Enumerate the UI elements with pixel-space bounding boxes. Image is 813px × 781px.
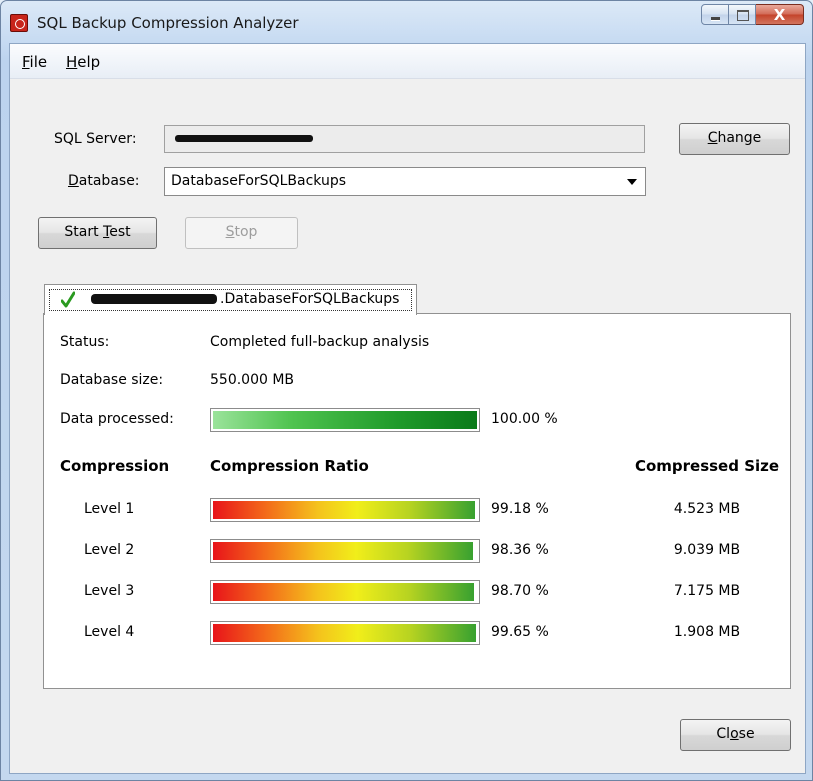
- redacted-server-name: [175, 135, 313, 142]
- compression-ratio-bar: [210, 621, 480, 645]
- title-bar[interactable]: SQL Backup Compression Analyzer X: [1, 1, 812, 43]
- maximize-button[interactable]: [729, 4, 756, 25]
- minimize-button[interactable]: [701, 4, 729, 25]
- start-label-a: Start: [64, 224, 104, 240]
- change-button[interactable]: Change: [679, 123, 790, 155]
- app-window: SQL Backup Compression Analyzer X File H…: [0, 0, 813, 781]
- green-check-icon: [61, 291, 75, 308]
- compression-ratio-bar: [210, 539, 480, 563]
- data-processed-label: Data processed:: [60, 411, 174, 427]
- menu-file[interactable]: File: [22, 53, 47, 71]
- database-select[interactable]: DatabaseForSQLBackups: [164, 167, 646, 196]
- close-button[interactable]: Close: [680, 719, 791, 751]
- start-test-button[interactable]: Start Test: [38, 217, 157, 249]
- stop-label: top: [234, 224, 258, 240]
- compression-ratio-fill: [213, 542, 473, 560]
- menu-file-label: ile: [29, 53, 48, 71]
- compression-ratio-value: 98.36 %: [491, 542, 549, 558]
- level-name: Level 2: [84, 542, 135, 558]
- stop-button[interactable]: Stop: [185, 217, 298, 249]
- database-mnemonic: D: [68, 173, 79, 189]
- compression-ratio-fill: [213, 501, 475, 519]
- database-label-text: atabase:: [78, 173, 140, 189]
- compressed-size-value: 9.039 MB: [673, 542, 741, 558]
- compressed-size-value: 7.175 MB: [673, 583, 741, 599]
- close-window-button[interactable]: X: [756, 4, 804, 25]
- compression-ratio-bar: [210, 580, 480, 604]
- compression-ratio-header: Compression Ratio: [210, 457, 369, 475]
- menu-help-label: elp: [77, 53, 101, 71]
- menu-file-mnemonic: F: [22, 53, 30, 71]
- window-title: SQL Backup Compression Analyzer: [37, 14, 299, 32]
- compression-ratio-bar: [210, 498, 480, 522]
- results-panel: Status: Completed full-backup analysis D…: [43, 313, 791, 689]
- database-size-value: 550.000 MB: [210, 372, 295, 388]
- app-icon[interactable]: [10, 14, 28, 32]
- close-label-a: Cl: [716, 726, 731, 742]
- database-select-value: DatabaseForSQLBackups: [171, 173, 346, 189]
- close-label-b: se: [738, 726, 755, 742]
- close-mnemonic: o: [730, 726, 739, 742]
- database-size-label: Database size:: [60, 372, 164, 388]
- redacted-server-name-tab: [91, 294, 217, 304]
- client-area: File Help SQL Server: Change Database: D…: [9, 43, 806, 774]
- data-processed-bar: [210, 408, 480, 432]
- database-label: Database:: [68, 173, 140, 189]
- menu-help-mnemonic: H: [66, 53, 78, 71]
- tab-label: .DatabaseForSQLBackups: [220, 291, 400, 307]
- close-icon: X: [773, 6, 786, 24]
- compressed-size-value: 1.908 MB: [673, 624, 741, 640]
- status-label: Status:: [60, 334, 110, 350]
- compression-ratio-value: 99.18 %: [491, 501, 549, 517]
- data-processed-value: 100.00 %: [491, 411, 558, 427]
- data-processed-fill: [213, 411, 477, 429]
- compression-ratio-fill: [213, 624, 477, 642]
- menu-bar: File Help: [10, 44, 805, 79]
- menu-help[interactable]: Help: [66, 53, 100, 71]
- change-label: hange: [717, 130, 762, 146]
- level-name: Level 3: [84, 583, 135, 599]
- compression-ratio-fill: [213, 583, 474, 601]
- level-name: Level 1: [84, 501, 135, 517]
- start-label-b: est: [109, 224, 131, 240]
- compression-ratio-value: 98.70 %: [491, 583, 549, 599]
- sql-server-label: SQL Server:: [54, 131, 137, 147]
- compression-header: Compression: [60, 457, 170, 475]
- compression-ratio-value: 99.65 %: [491, 624, 549, 640]
- compressed-size-value: 4.523 MB: [673, 501, 741, 517]
- chevron-down-icon: [627, 179, 637, 185]
- sql-server-field[interactable]: [164, 125, 645, 153]
- status-value: Completed full-backup analysis: [210, 334, 430, 350]
- change-mnemonic: C: [707, 130, 718, 146]
- tab-database-result[interactable]: .DatabaseForSQLBackups: [44, 284, 417, 315]
- compressed-size-header: Compressed Size: [634, 457, 780, 475]
- level-name: Level 4: [84, 624, 135, 640]
- caption-buttons: X: [701, 4, 804, 26]
